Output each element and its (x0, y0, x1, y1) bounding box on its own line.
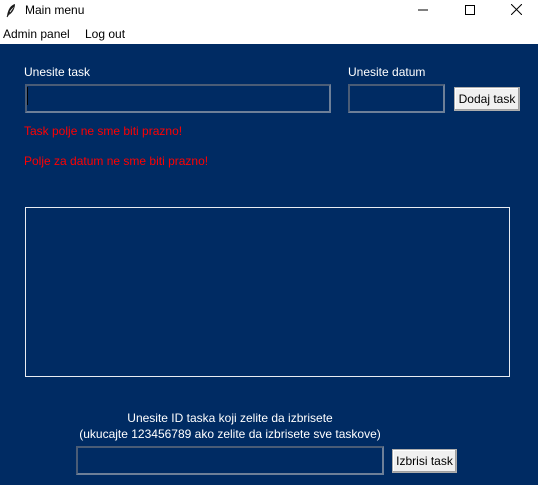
close-icon (510, 3, 522, 18)
add-task-button[interactable]: Dodaj task (454, 87, 520, 111)
menu-log-out[interactable]: Log out (85, 27, 125, 42)
date-input[interactable] (348, 84, 445, 113)
delete-instruction-line2: (ukucajte 123456789 ako zelite da izbris… (79, 427, 381, 441)
window-title: Main menu (25, 3, 85, 17)
task-input-wrapper (25, 84, 331, 113)
maximize-icon (465, 4, 475, 18)
delete-task-button[interactable]: Izbrisi task (392, 449, 457, 473)
feather-icon (5, 3, 17, 18)
text-cursor (27, 87, 28, 105)
close-button[interactable] (493, 0, 538, 22)
minimize-button[interactable] (400, 0, 446, 22)
date-label: Unesite datum (348, 65, 426, 79)
minimize-icon (418, 4, 428, 18)
window-bottom-edge (0, 485, 538, 489)
delete-instruction-line1: Unesite ID taska koji zelite da izbriset… (127, 411, 333, 425)
task-listbox[interactable] (25, 207, 510, 377)
maximize-button[interactable] (447, 0, 493, 22)
task-label: Unesite task (24, 65, 91, 79)
task-id-input[interactable] (76, 446, 384, 475)
date-error-message: Polje za datum ne sme biti prazno! (24, 154, 209, 168)
title-bar: Main menu (0, 0, 538, 22)
task-input[interactable] (25, 84, 331, 113)
menu-admin-panel[interactable]: Admin panel (3, 27, 70, 42)
task-error-message: Task polje ne sme biti prazno! (24, 124, 183, 138)
main-panel: Unesite task Unesite datum Dodaj task Ta… (0, 44, 538, 485)
menu-bar: Admin panel Log out (0, 24, 538, 44)
